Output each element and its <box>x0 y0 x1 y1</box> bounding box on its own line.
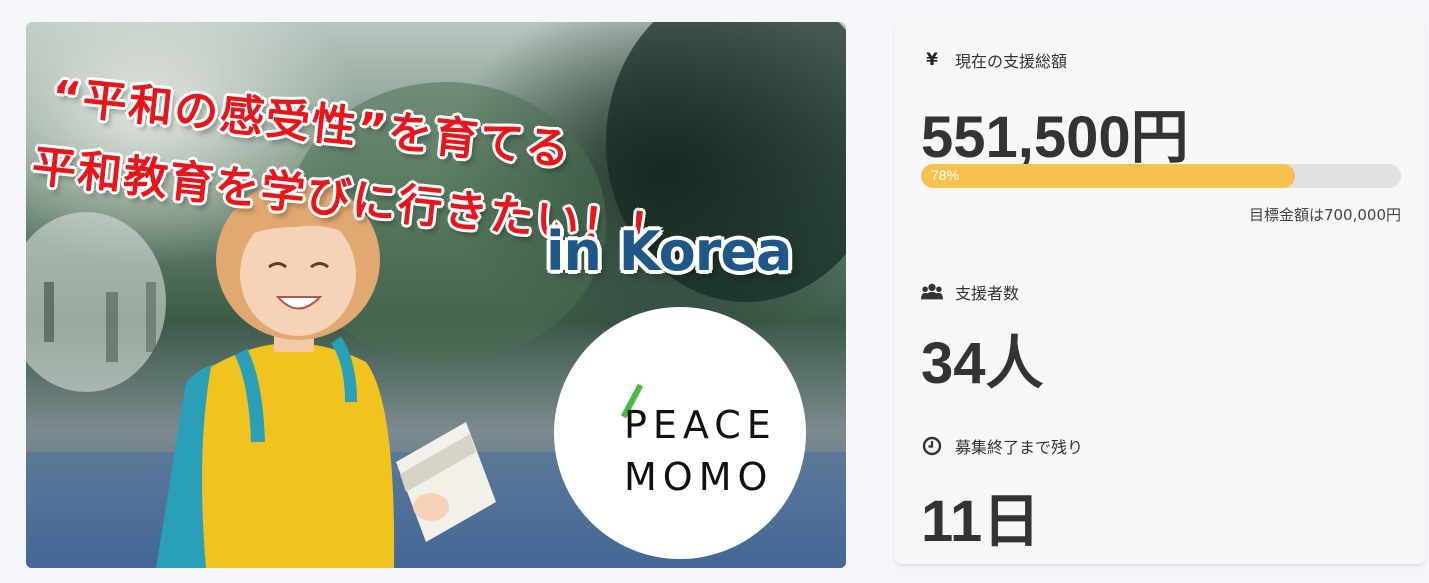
total-funding-value: 551,500円 <box>921 105 1189 170</box>
funding-progress-bar: 78% <box>921 164 1401 188</box>
total-funding-label-row: ¥ 現在の支援総額 <box>921 48 1067 72</box>
supporters-value: 34人 <box>921 331 1044 396</box>
logo-line2: MOMO <box>624 455 774 499</box>
remaining-label-row: 募集終了まで残り <box>921 434 1083 458</box>
project-hero-image: “平和の感受性”を育てる 平和教育を学びに行きたい！！ in Korea PEA… <box>26 22 846 568</box>
funding-progress-percent: 78% <box>931 167 960 183</box>
funding-goal: 目標金額は700,000円 <box>1248 206 1401 224</box>
funding-stats-panel: ¥ 現在の支援総額 551,500円 78% 目標金額は700,000円 支援者… <box>895 22 1425 564</box>
supporters-label: 支援者数 <box>955 284 1020 303</box>
logo-line1: PEACE <box>624 403 777 447</box>
yen-icon: ¥ <box>926 50 938 70</box>
remaining-label: 募集終了まで残り <box>955 438 1084 457</box>
clock-icon <box>921 436 943 456</box>
logo-text: PEACE MOMO <box>624 399 777 503</box>
funding-progress-fill: 78% <box>921 164 1296 188</box>
total-funding-label: 現在の支援総額 <box>955 52 1068 71</box>
hero-subtitle: in Korea <box>546 220 792 283</box>
peace-momo-logo: PEACE MOMO <box>554 307 806 559</box>
remaining-value: 11日 <box>921 489 1041 554</box>
users-icon <box>921 282 943 302</box>
supporters-label-row: 支援者数 <box>921 280 1019 304</box>
